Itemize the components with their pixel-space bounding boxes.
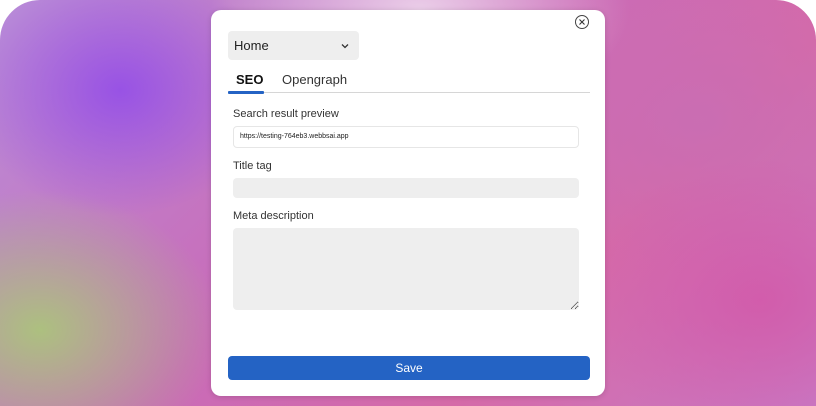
tab-opengraph[interactable]: Opengraph [282, 72, 347, 87]
save-button[interactable]: Save [228, 356, 590, 380]
tab-bar: SEO Opengraph [228, 70, 590, 94]
active-tab-indicator [228, 91, 264, 94]
close-icon [579, 19, 585, 25]
page-select[interactable]: Home [228, 31, 359, 60]
page-select-value: Home [234, 38, 269, 53]
search-preview-url: https://testing-764eb3.webbsai.app [233, 126, 579, 148]
close-button[interactable] [575, 15, 589, 29]
gradient-background: Home SEO Opengraph Search result preview… [0, 0, 816, 406]
meta-description-textarea[interactable] [233, 228, 579, 310]
meta-description-label: Meta description [233, 210, 314, 222]
seo-settings-panel: Home SEO Opengraph Search result preview… [211, 10, 605, 396]
title-tag-label: Title tag [233, 160, 272, 172]
tab-seo[interactable]: SEO [236, 72, 263, 87]
title-tag-input[interactable] [233, 178, 579, 198]
chevron-down-icon [341, 43, 349, 48]
search-preview-label: Search result preview [233, 108, 339, 120]
